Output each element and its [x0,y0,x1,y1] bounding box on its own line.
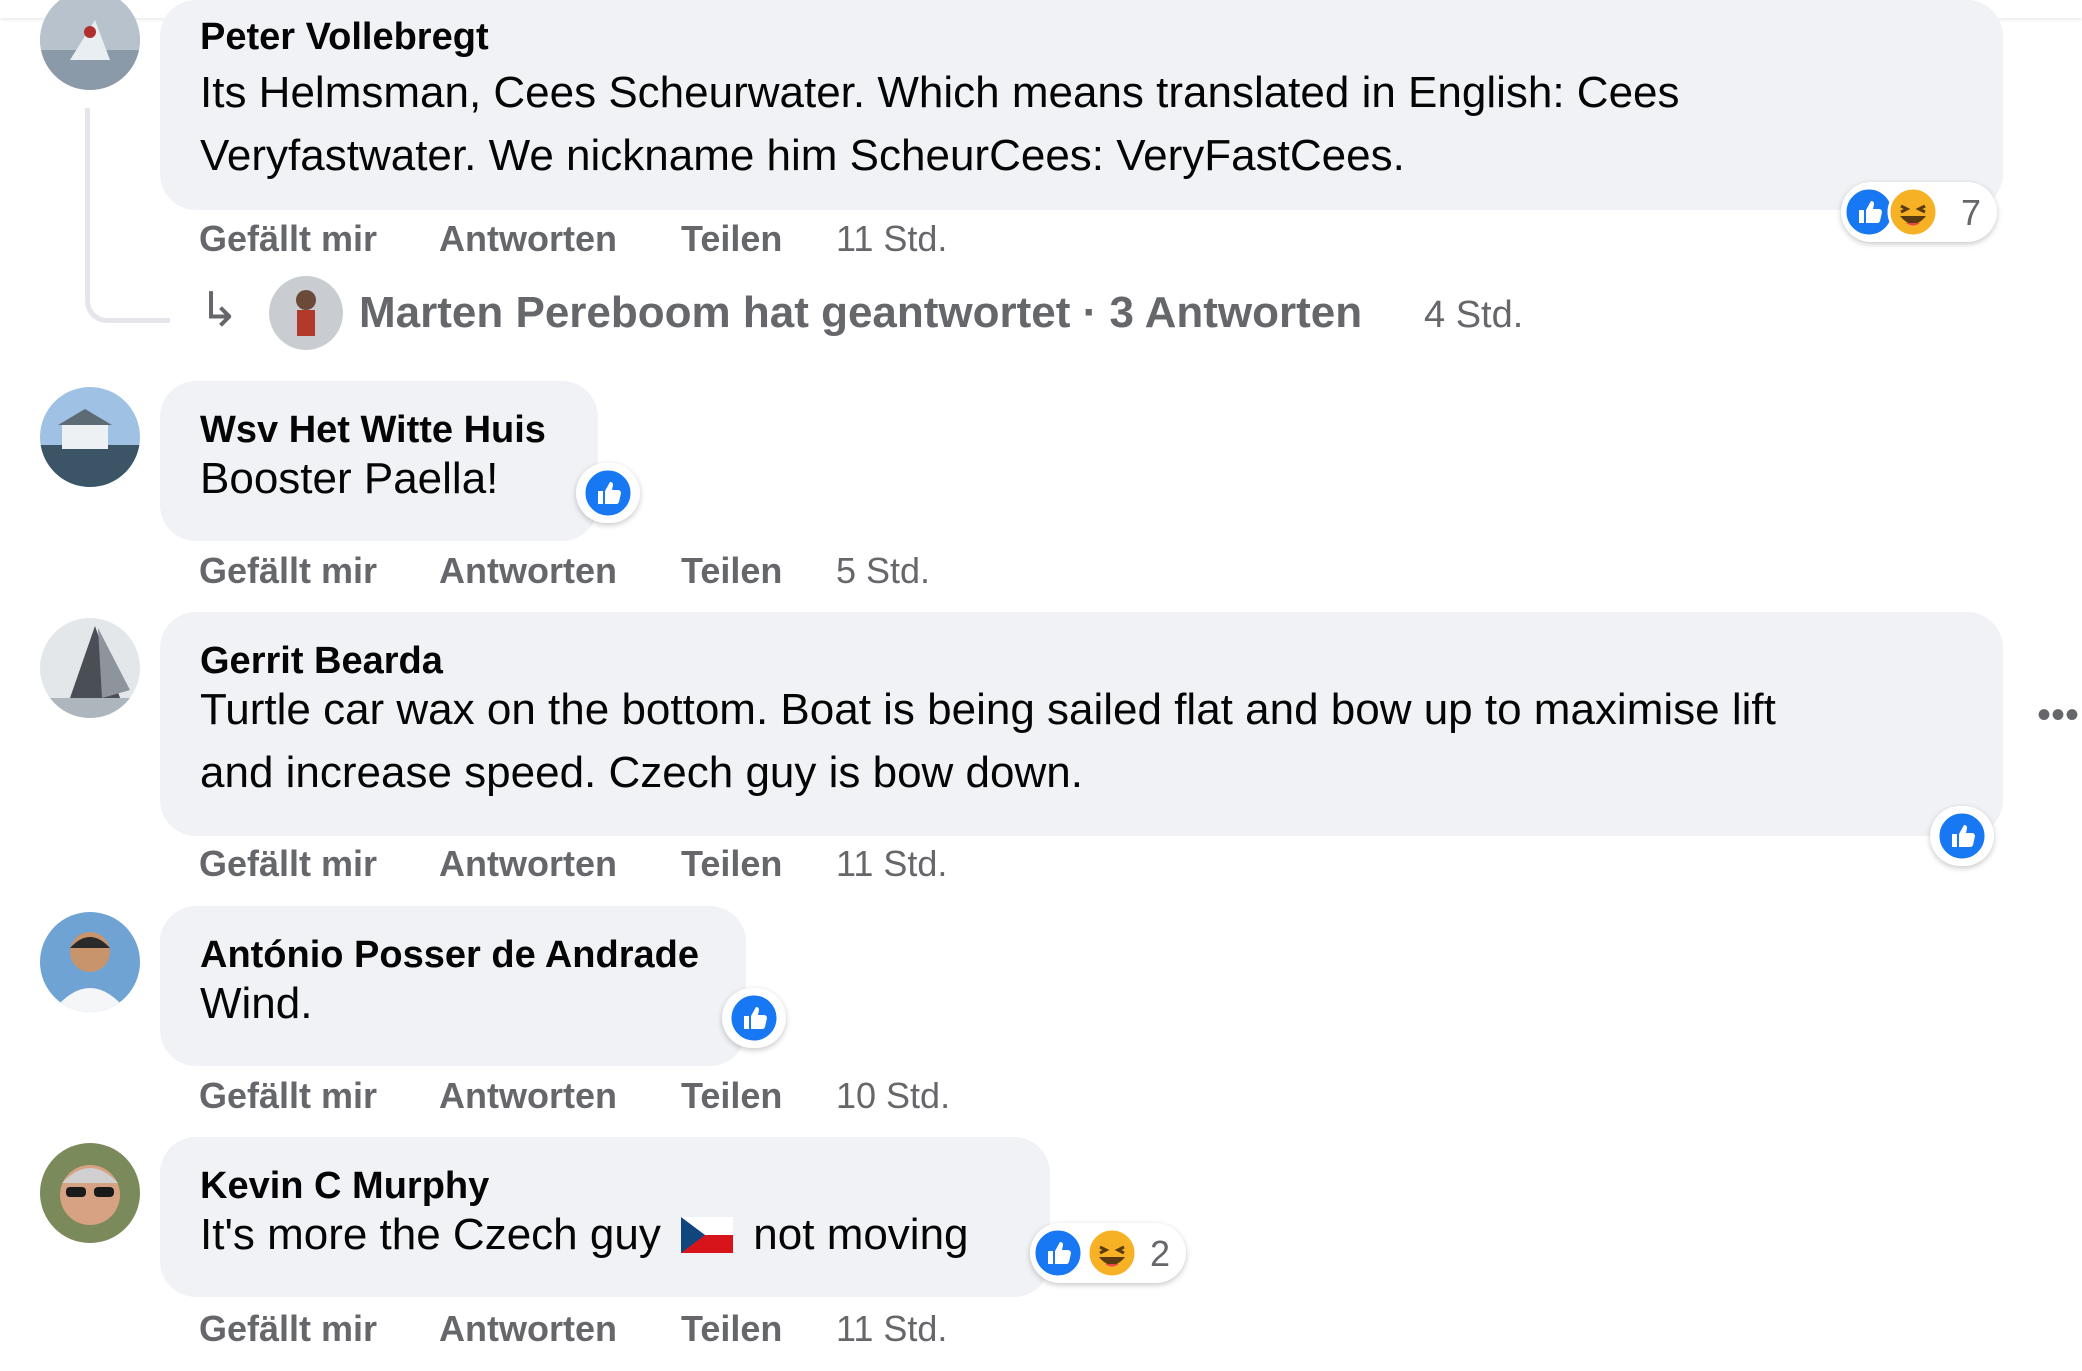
comment-time[interactable]: 5 Std. [836,550,930,592]
like-icon [728,992,780,1044]
comment-text-line: Its Helmsman, Cees Scheurwater. Which me… [200,68,1680,117]
comment-author[interactable]: Wsv Het Witte Huis [200,409,546,452]
like-action[interactable]: Gefällt mir [199,550,377,592]
czech-flag-icon [681,1217,734,1253]
comment-bubble: Gerrit Bearda Turtle car wax on the bott… [160,612,2003,836]
avatar-gerrit-bearda[interactable] [40,618,140,718]
reply-summary-time: 4 Std. [1424,294,1524,336]
comment-author[interactable]: António Posser de Andrade [200,934,699,977]
reply-action[interactable]: Antworten [439,550,617,592]
avatar-wsv-het-witte-huis[interactable] [40,387,140,487]
haha-icon [1086,1227,1138,1279]
like-action[interactable]: Gefällt mir [199,1075,377,1117]
comment-text-after-flag: not moving [753,1210,969,1259]
comment-time[interactable]: 11 Std. [836,843,947,885]
thread-connector [85,108,170,323]
share-action[interactable]: Teilen [681,218,782,260]
like-action[interactable]: Gefällt mir [199,843,377,885]
share-action[interactable]: Teilen [681,1075,782,1117]
reply-action[interactable]: Antworten [439,843,617,885]
comment-bubble: Peter Vollebregt Its Helmsman, Cees Sche… [160,0,2003,210]
avatar-kevin-c-murphy[interactable] [40,1143,140,1243]
comment-bubble: António Posser de Andrade Wind. [160,906,746,1066]
reaction-count: 7 [1961,192,1982,233]
share-action[interactable]: Teilen [681,550,782,592]
reply-action[interactable]: Antworten [439,1308,617,1350]
reaction-summary[interactable] [722,988,786,1048]
comment-text-line: Turtle car wax on the bottom. Boat is be… [200,685,1776,734]
share-action[interactable]: Teilen [681,843,782,885]
comment-time[interactable]: 11 Std. [836,1308,947,1350]
like-icon [1936,810,1988,862]
reaction-summary[interactable]: 2 [1030,1223,1186,1283]
reaction-count: 2 [1150,1233,1171,1274]
comment-author[interactable]: Gerrit Bearda [200,640,443,683]
avatar-marten-pereboom [269,276,343,350]
reply-action[interactable]: Antworten [439,1075,617,1117]
comment-author[interactable]: Peter Vollebregt [200,16,489,59]
reaction-summary[interactable] [576,463,640,523]
avatar-peter-vollebregt[interactable] [40,0,140,90]
comment-text-line: Wind. [200,979,313,1028]
like-icon [1032,1227,1084,1279]
like-action[interactable]: Gefällt mir [199,218,377,260]
reply-summary-text[interactable]: Marten Pereboom hat geantwortet · 3 Antw… [359,288,1362,338]
comment-text-before-flag: It's more the Czech guy [200,1210,661,1259]
reply-arrow-icon: ↳ [199,284,240,337]
comment-bubble: Wsv Het Witte Huis Booster Paella! [160,381,598,541]
like-icon [582,467,634,519]
comment-author[interactable]: Kevin C Murphy [200,1165,489,1208]
comment-text-line: Booster Paella! [200,454,499,503]
comment-text-line: Veryfastwater. We nickname him ScheurCee… [200,131,1405,180]
comment-text-line: and increase speed. Czech guy is bow dow… [200,748,1083,797]
reaction-summary[interactable] [1930,806,1994,866]
comment-time[interactable]: 11 Std. [836,218,947,260]
more-options-icon[interactable]: ••• [2034,695,2082,748]
comment-text-line: It's more the Czech guy not moving [200,1203,969,1266]
reaction-summary[interactable]: 7 [1841,182,1997,242]
like-action[interactable]: Gefällt mir [199,1308,377,1350]
comment-bubble: Kevin C Murphy It's more the Czech guy n… [160,1137,1050,1297]
avatar-antonio-posser-de-andrade[interactable] [40,912,140,1012]
haha-icon [1887,186,1939,238]
comment-time[interactable]: 10 Std. [836,1075,950,1117]
share-action[interactable]: Teilen [681,1308,782,1350]
reply-action[interactable]: Antworten [439,218,617,260]
